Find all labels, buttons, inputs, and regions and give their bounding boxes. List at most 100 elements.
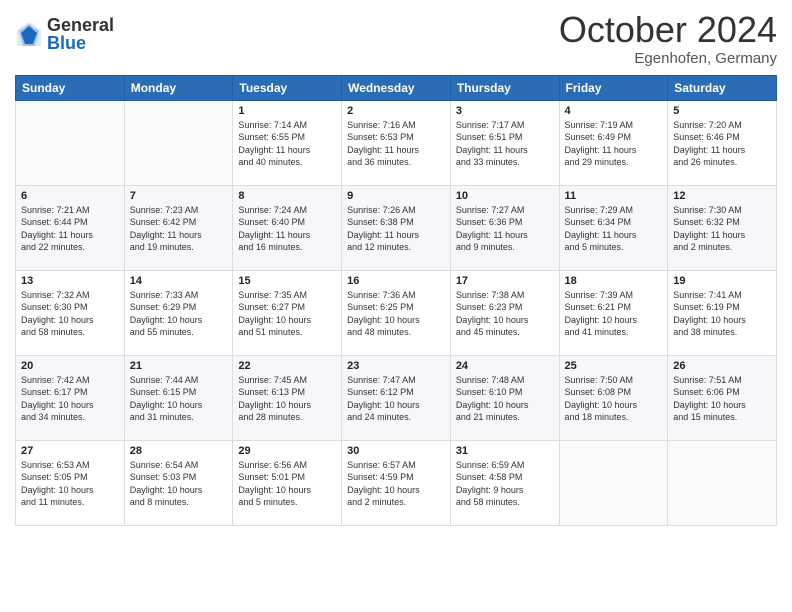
day-number: 29	[238, 445, 336, 457]
empty-cell	[559, 440, 668, 525]
logo: General Blue	[15, 16, 114, 52]
day-number: 10	[456, 190, 554, 202]
day-number: 13	[21, 275, 119, 287]
day-detail: Sunrise: 7:47 AM Sunset: 6:12 PM Dayligh…	[347, 374, 445, 424]
day-cell-30: 30 Sunrise: 6:57 AM Sunset: 4:59 PM Dayli…	[342, 440, 451, 525]
week-row-3: 13 Sunrise: 7:32 AM Sunset: 6:30 PM Dayli…	[16, 270, 777, 355]
day-detail: Sunrise: 7:45 AM Sunset: 6:13 PM Dayligh…	[238, 374, 336, 424]
day-number: 14	[130, 275, 228, 287]
day-number: 21	[130, 360, 228, 372]
day-cell-19: 19 Sunrise: 7:41 AM Sunset: 6:19 PM Dayli…	[668, 270, 777, 355]
day-detail: Sunrise: 7:19 AM Sunset: 6:49 PM Dayligh…	[565, 119, 663, 169]
day-number: 20	[21, 360, 119, 372]
day-detail: Sunrise: 7:21 AM Sunset: 6:44 PM Dayligh…	[21, 204, 119, 254]
day-detail: Sunrise: 7:51 AM Sunset: 6:06 PM Dayligh…	[673, 374, 771, 424]
day-cell-20: 20 Sunrise: 7:42 AM Sunset: 6:17 PM Dayli…	[16, 355, 125, 440]
day-detail: Sunrise: 7:30 AM Sunset: 6:32 PM Dayligh…	[673, 204, 771, 254]
weekday-header-tuesday: Tuesday	[233, 75, 342, 100]
day-cell-2: 2Sunrise: 7:16 AM Sunset: 6:53 PM Daylig…	[342, 100, 451, 185]
day-number: 5	[673, 105, 771, 117]
weekday-header-monday: Monday	[124, 75, 233, 100]
day-cell-25: 25 Sunrise: 7:50 AM Sunset: 6:08 PM Dayli…	[559, 355, 668, 440]
week-row-1: 1Sunrise: 7:14 AM Sunset: 6:55 PM Daylig…	[16, 100, 777, 185]
day-detail: Sunrise: 6:53 AM Sunset: 5:05 PM Dayligh…	[21, 459, 119, 509]
day-detail: Sunrise: 7:24 AM Sunset: 6:40 PM Dayligh…	[238, 204, 336, 254]
title-block: October 2024 Egenhofen, Germany	[559, 10, 777, 67]
day-number: 9	[347, 190, 445, 202]
day-cell-16: 16 Sunrise: 7:36 AM Sunset: 6:25 PM Dayli…	[342, 270, 451, 355]
week-row-4: 20 Sunrise: 7:42 AM Sunset: 6:17 PM Dayli…	[16, 355, 777, 440]
day-number: 2	[347, 105, 445, 117]
day-detail: Sunrise: 7:41 AM Sunset: 6:19 PM Dayligh…	[673, 289, 771, 339]
location: Egenhofen, Germany	[559, 50, 777, 67]
weekday-header-saturday: Saturday	[668, 75, 777, 100]
day-cell-9: 9 Sunrise: 7:26 AM Sunset: 6:38 PM Daylig…	[342, 185, 451, 270]
day-number: 31	[456, 445, 554, 457]
day-detail: Sunrise: 7:26 AM Sunset: 6:38 PM Dayligh…	[347, 204, 445, 254]
weekday-header-thursday: Thursday	[450, 75, 559, 100]
day-cell-21: 21 Sunrise: 7:44 AM Sunset: 6:15 PM Dayli…	[124, 355, 233, 440]
day-cell-3: 3 Sunrise: 7:17 AM Sunset: 6:51 PM Daylig…	[450, 100, 559, 185]
generalblue-icon	[15, 20, 43, 48]
day-number: 18	[565, 275, 663, 287]
day-detail: Sunrise: 6:57 AM Sunset: 4:59 PM Dayligh…	[347, 459, 445, 509]
day-detail: Sunrise: 6:54 AM Sunset: 5:03 PM Dayligh…	[130, 459, 228, 509]
logo-text: General Blue	[47, 16, 114, 52]
day-cell-4: 4Sunrise: 7:19 AM Sunset: 6:49 PM Daylig…	[559, 100, 668, 185]
day-detail: Sunrise: 7:32 AM Sunset: 6:30 PM Dayligh…	[21, 289, 119, 339]
empty-cell	[668, 440, 777, 525]
day-cell-18: 18Sunrise: 7:39 AM Sunset: 6:21 PM Dayli…	[559, 270, 668, 355]
day-detail: Sunrise: 6:59 AM Sunset: 4:58 PM Dayligh…	[456, 459, 554, 509]
day-number: 11	[565, 190, 663, 202]
day-number: 19	[673, 275, 771, 287]
day-cell-26: 26 Sunrise: 7:51 AM Sunset: 6:06 PM Dayli…	[668, 355, 777, 440]
day-cell-10: 10 Sunrise: 7:27 AM Sunset: 6:36 PM Dayli…	[450, 185, 559, 270]
page: General Blue October 2024 Egenhofen, Ger…	[0, 0, 792, 612]
day-number: 22	[238, 360, 336, 372]
week-row-2: 6 Sunrise: 7:21 AM Sunset: 6:44 PM Daylig…	[16, 185, 777, 270]
calendar-table: SundayMondayTuesdayWednesdayThursdayFrid…	[15, 75, 777, 526]
weekday-header-sunday: Sunday	[16, 75, 125, 100]
day-detail: Sunrise: 7:48 AM Sunset: 6:10 PM Dayligh…	[456, 374, 554, 424]
day-number: 26	[673, 360, 771, 372]
day-cell-8: 8Sunrise: 7:24 AM Sunset: 6:40 PM Daylig…	[233, 185, 342, 270]
day-detail: Sunrise: 6:56 AM Sunset: 5:01 PM Dayligh…	[238, 459, 336, 509]
weekday-header-row: SundayMondayTuesdayWednesdayThursdayFrid…	[16, 75, 777, 100]
day-detail: Sunrise: 7:20 AM Sunset: 6:46 PM Dayligh…	[673, 119, 771, 169]
logo-blue-text: Blue	[47, 34, 114, 52]
day-cell-24: 24 Sunrise: 7:48 AM Sunset: 6:10 PM Dayli…	[450, 355, 559, 440]
day-number: 6	[21, 190, 119, 202]
day-detail: Sunrise: 7:17 AM Sunset: 6:51 PM Dayligh…	[456, 119, 554, 169]
day-detail: Sunrise: 7:23 AM Sunset: 6:42 PM Dayligh…	[130, 204, 228, 254]
day-detail: Sunrise: 7:14 AM Sunset: 6:55 PM Dayligh…	[238, 119, 336, 169]
day-number: 16	[347, 275, 445, 287]
day-cell-29: 29 Sunrise: 6:56 AM Sunset: 5:01 PM Dayli…	[233, 440, 342, 525]
day-detail: Sunrise: 7:42 AM Sunset: 6:17 PM Dayligh…	[21, 374, 119, 424]
day-number: 7	[130, 190, 228, 202]
day-cell-22: 22 Sunrise: 7:45 AM Sunset: 6:13 PM Dayli…	[233, 355, 342, 440]
day-number: 12	[673, 190, 771, 202]
empty-cell	[16, 100, 125, 185]
empty-cell	[124, 100, 233, 185]
day-detail: Sunrise: 7:44 AM Sunset: 6:15 PM Dayligh…	[130, 374, 228, 424]
day-detail: Sunrise: 7:50 AM Sunset: 6:08 PM Dayligh…	[565, 374, 663, 424]
day-cell-27: 27 Sunrise: 6:53 AM Sunset: 5:05 PM Dayli…	[16, 440, 125, 525]
day-cell-28: 28Sunrise: 6:54 AM Sunset: 5:03 PM Dayli…	[124, 440, 233, 525]
logo-general-text: General	[47, 16, 114, 34]
day-number: 25	[565, 360, 663, 372]
day-cell-14: 14 Sunrise: 7:33 AM Sunset: 6:29 PM Dayli…	[124, 270, 233, 355]
day-detail: Sunrise: 7:36 AM Sunset: 6:25 PM Dayligh…	[347, 289, 445, 339]
day-number: 27	[21, 445, 119, 457]
day-number: 3	[456, 105, 554, 117]
day-detail: Sunrise: 7:38 AM Sunset: 6:23 PM Dayligh…	[456, 289, 554, 339]
day-number: 15	[238, 275, 336, 287]
day-cell-1: 1Sunrise: 7:14 AM Sunset: 6:55 PM Daylig…	[233, 100, 342, 185]
day-number: 24	[456, 360, 554, 372]
day-detail: Sunrise: 7:35 AM Sunset: 6:27 PM Dayligh…	[238, 289, 336, 339]
day-detail: Sunrise: 7:29 AM Sunset: 6:34 PM Dayligh…	[565, 204, 663, 254]
day-cell-17: 17Sunrise: 7:38 AM Sunset: 6:23 PM Dayli…	[450, 270, 559, 355]
day-detail: Sunrise: 7:27 AM Sunset: 6:36 PM Dayligh…	[456, 204, 554, 254]
day-cell-11: 11 Sunrise: 7:29 AM Sunset: 6:34 PM Dayli…	[559, 185, 668, 270]
day-number: 30	[347, 445, 445, 457]
day-detail: Sunrise: 7:33 AM Sunset: 6:29 PM Dayligh…	[130, 289, 228, 339]
